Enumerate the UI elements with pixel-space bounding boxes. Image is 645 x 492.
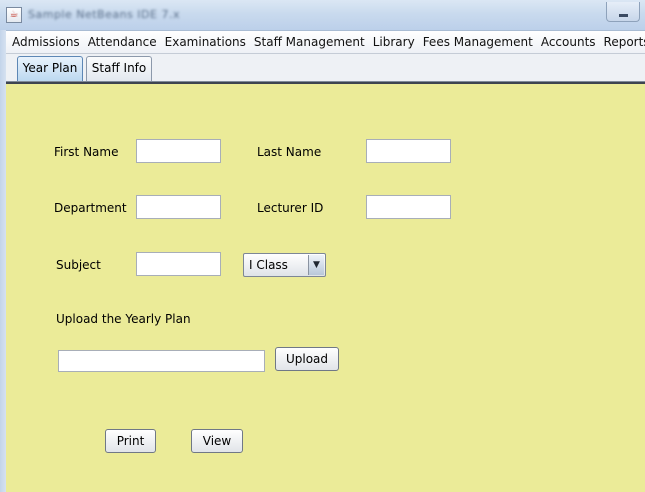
upload-button[interactable]: Upload <box>275 347 339 371</box>
year-plan-panel: First Name Last Name Department Lecturer… <box>6 82 645 492</box>
minimize-icon <box>619 14 628 17</box>
lecturer-id-field[interactable] <box>366 195 451 219</box>
menu-accounts[interactable]: Accounts <box>537 31 600 53</box>
java-cup-icon[interactable]: ☕ <box>6 7 22 23</box>
tab-staff-info[interactable]: Staff Info <box>86 56 152 81</box>
menu-reports[interactable]: Reports <box>600 31 645 53</box>
window-title: Sample NetBeans IDE 7.x <box>28 8 180 21</box>
menu-fees-management[interactable]: Fees Management <box>419 31 537 53</box>
tab-strip: Year Plan Staff Info <box>6 54 645 82</box>
department-field[interactable] <box>136 195 221 219</box>
view-button[interactable]: View <box>191 429 243 453</box>
class-select[interactable]: I Class ▼ <box>243 253 326 277</box>
menu-examinations[interactable]: Examinations <box>161 31 250 53</box>
minimize-button[interactable] <box>606 2 640 22</box>
upload-file-path-field[interactable] <box>58 350 265 372</box>
tab-year-plan[interactable]: Year Plan <box>17 56 83 81</box>
print-button[interactable]: Print <box>105 429 156 453</box>
menu-attendance[interactable]: Attendance <box>84 31 161 53</box>
class-select-value: I Class <box>249 258 288 272</box>
department-label: Department <box>54 201 127 215</box>
dropdown-arrow-icon[interactable]: ▼ <box>308 255 324 275</box>
last-name-label: Last Name <box>257 145 322 159</box>
last-name-field[interactable] <box>366 139 451 163</box>
menu-bar: Admissions Attendance Examinations Staff… <box>6 31 645 54</box>
first-name-field[interactable] <box>136 139 221 163</box>
title-bar[interactable]: ☕ Sample NetBeans IDE 7.x <box>0 0 645 31</box>
subject-label: Subject <box>56 258 101 272</box>
first-name-label: First Name <box>54 145 119 159</box>
subject-field[interactable] <box>136 252 221 276</box>
menu-library[interactable]: Library <box>369 31 419 53</box>
menu-staff-management[interactable]: Staff Management <box>250 31 369 53</box>
lecturer-id-label: Lecturer ID <box>257 201 324 215</box>
upload-plan-label: Upload the Yearly Plan <box>56 312 191 326</box>
app-window: ☕ Sample NetBeans IDE 7.x Admissions Att… <box>0 0 645 492</box>
menu-admissions[interactable]: Admissions <box>6 31 84 53</box>
